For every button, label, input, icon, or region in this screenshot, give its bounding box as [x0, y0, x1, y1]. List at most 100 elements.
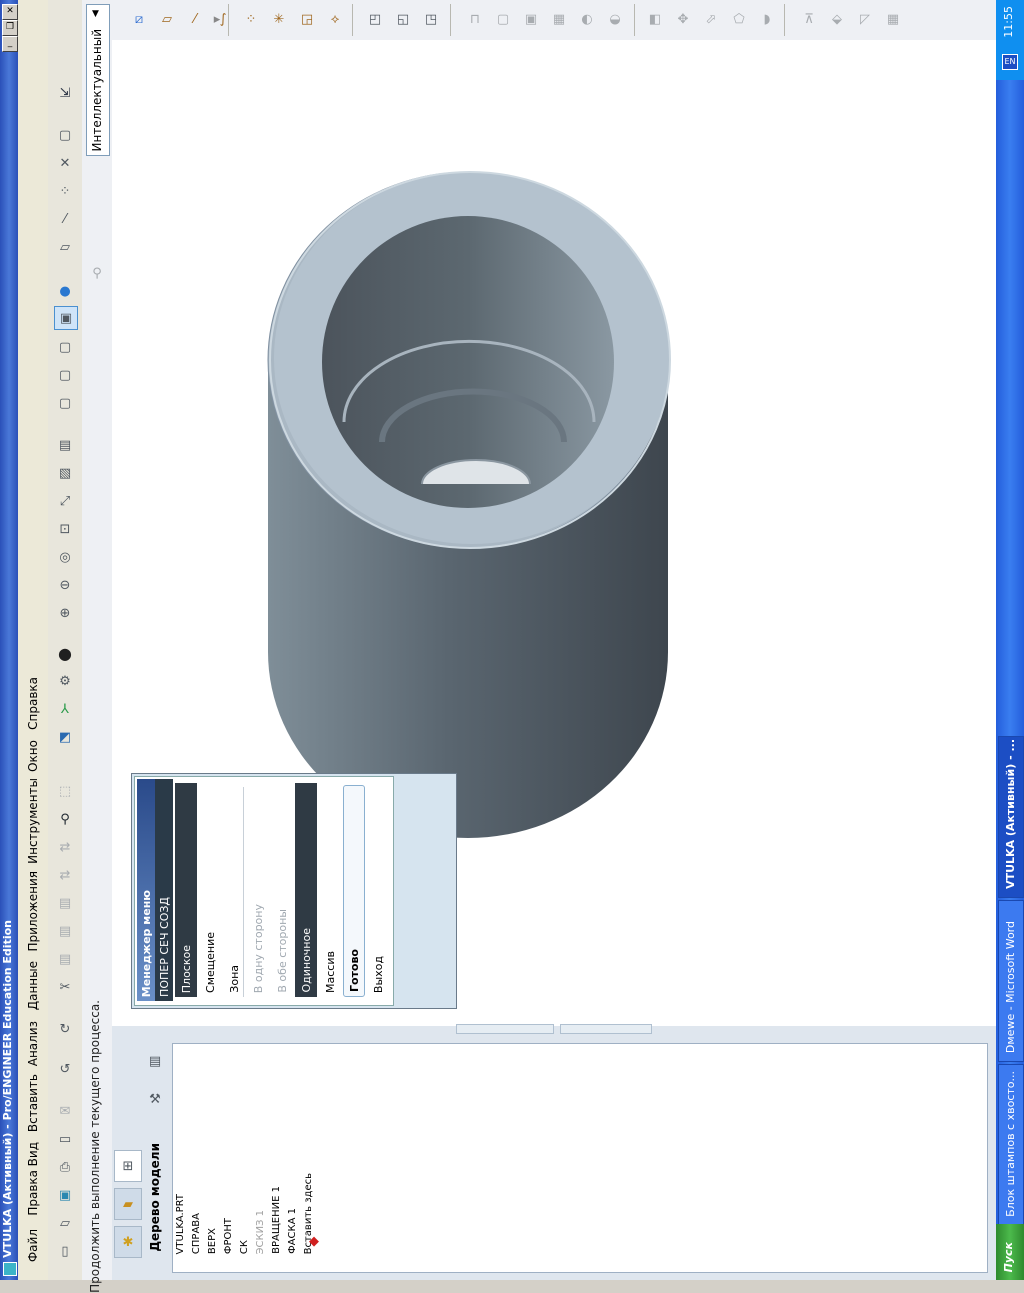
zoom-in-icon[interactable]: ⊕	[56, 604, 74, 622]
paste-special-icon[interactable]: ▤	[56, 894, 74, 912]
taskbar-item-vtulka[interactable]: VTULKA (Активный) - ...	[998, 736, 1024, 898]
panel-splitter-handle-2[interactable]	[560, 1024, 652, 1034]
orient-icon[interactable]: ⤢	[56, 492, 74, 510]
language-indicator[interactable]: EN	[1002, 54, 1018, 70]
print-icon[interactable]: ⎙	[56, 1158, 74, 1176]
table-icon[interactable]: ▦	[884, 10, 902, 28]
shell-icon[interactable]: ◱	[394, 10, 412, 28]
sketch-tool-icon[interactable]: ⧄	[130, 10, 148, 28]
datum-display-icon[interactable]: ▢	[56, 126, 74, 144]
datum-csys-icon[interactable]: ✳	[270, 10, 288, 28]
tree-node-sketch[interactable]: ЭСКИЗ 1	[255, 1210, 266, 1255]
rib-icon[interactable]: ◳	[422, 10, 440, 28]
model-setup-icon[interactable]: ⚙	[56, 672, 74, 690]
menu-item-planar[interactable]: Плоское	[175, 783, 197, 997]
no-hidden-icon[interactable]: ▢	[56, 338, 74, 356]
datum-plane-icon[interactable]: ▱	[158, 10, 176, 28]
menu-applications[interactable]: Приложения	[26, 871, 40, 952]
datum-point-icon[interactable]: ⁘	[242, 10, 260, 28]
plane-display-icon[interactable]: ▱	[56, 238, 74, 256]
mirror-icon[interactable]: ◐	[578, 10, 596, 28]
tree-node-chamfer[interactable]: ФАСКА 1	[287, 1208, 298, 1254]
restore-button[interactable]: ❐	[2, 20, 18, 36]
regenerate-icon[interactable]: ⇄	[56, 866, 74, 884]
menu-tools[interactable]: Инструменты	[26, 778, 40, 864]
cut-icon[interactable]: ✂	[56, 978, 74, 996]
datum-ref-icon[interactable]: ⟡	[326, 10, 344, 28]
close-button[interactable]: ✕	[2, 4, 18, 20]
appearance-icon[interactable]: ●	[56, 644, 74, 663]
layers-icon[interactable]: ▧	[56, 464, 74, 482]
zoom-out-icon[interactable]: ⊖	[56, 576, 74, 594]
tree-node-right[interactable]: СПРАВА	[191, 1213, 202, 1254]
paste-icon[interactable]: ▤	[56, 922, 74, 940]
spin-center-icon[interactable]: ●	[56, 282, 74, 300]
menu-insert[interactable]: Вставить	[26, 1074, 40, 1132]
menu-window[interactable]: Окно	[26, 740, 40, 772]
start-button[interactable]: Пуск	[996, 1224, 1024, 1280]
extrude-icon[interactable]: ◧	[646, 10, 664, 28]
menu-data[interactable]: Данные	[26, 961, 40, 1010]
open-icon[interactable]: ▱	[56, 1214, 74, 1232]
boundary-icon[interactable]: ◗	[758, 10, 776, 28]
menu-edit[interactable]: Правка	[26, 1170, 40, 1216]
datum-curve-icon[interactable]: ∫	[214, 10, 232, 28]
axis-display-icon[interactable]: ✕	[56, 154, 74, 172]
menu-help[interactable]: Справка	[26, 677, 40, 730]
sketcher-icon[interactable]: ◩	[56, 728, 74, 746]
save-icon[interactable]: ▣	[56, 1186, 74, 1204]
wireframe-icon[interactable]: ▢	[56, 394, 74, 412]
tree-node-revolve[interactable]: ВРАЩЕНИЕ 1	[271, 1186, 282, 1254]
datum-axis-icon[interactable]: ⁄	[186, 10, 204, 28]
redo-icon[interactable]: ↻	[56, 1020, 74, 1038]
menu-item-offset[interactable]: Смещение	[199, 783, 221, 997]
tree-settings-icon[interactable]: ⚒	[146, 1090, 164, 1108]
tab-favorites[interactable]: ✱	[114, 1226, 142, 1258]
offset-icon[interactable]: ◸	[856, 10, 874, 28]
shading-icon[interactable]: ▣	[54, 306, 78, 330]
selection-filter-select[interactable]: ▼ Интеллектуальный	[86, 4, 110, 156]
context-help-icon[interactable]: ⇲	[56, 84, 74, 102]
new-icon[interactable]: ▯	[56, 1242, 74, 1260]
revolve-icon[interactable]: ✥	[674, 10, 692, 28]
point-display-icon[interactable]: ⁘	[56, 182, 74, 200]
menu-item-single[interactable]: Одиночное	[295, 783, 317, 997]
round-icon[interactable]: ▢	[494, 10, 512, 28]
extend-icon[interactable]: ⬙	[828, 10, 846, 28]
hole-icon[interactable]: ◰	[366, 10, 384, 28]
tab-model-tree[interactable]: ⊞	[114, 1150, 142, 1182]
csys-icon[interactable]: ⅄	[56, 700, 74, 718]
menu-item-done[interactable]: Готово	[343, 785, 365, 997]
csys-display-icon[interactable]: ⁄	[56, 210, 74, 228]
blend-icon[interactable]: ⬠	[730, 10, 748, 28]
refit-icon[interactable]: ⊡	[56, 520, 74, 538]
section-header[interactable]: ПОПЕР СЕЧ СОЗД	[155, 779, 173, 1001]
analysis-feature-icon[interactable]: ◲	[298, 10, 316, 28]
trim-icon[interactable]: ⊼	[800, 10, 818, 28]
regenerate-manager-icon[interactable]: ⇄	[56, 838, 74, 856]
find-icon[interactable]: ⚲	[56, 810, 74, 828]
filter-options-icon[interactable]: ⚲	[88, 264, 106, 282]
tree-columns-icon[interactable]: ▤	[146, 1052, 164, 1070]
email-icon[interactable]: ✉	[56, 1102, 74, 1120]
minimize-button[interactable]: _	[2, 36, 18, 52]
draft-icon[interactable]: ⊓	[466, 10, 484, 28]
tree-node-csys[interactable]: СК	[239, 1240, 250, 1254]
menu-item-pattern[interactable]: Массив	[319, 783, 341, 997]
print-setup-icon[interactable]: ▭	[56, 1130, 74, 1148]
select-box-icon[interactable]: ⬚	[56, 782, 74, 800]
tree-node-front[interactable]: ФРОНТ	[223, 1218, 234, 1254]
menu-analysis[interactable]: Анализ	[26, 1021, 40, 1066]
copy-icon[interactable]: ▤	[56, 950, 74, 968]
zoom-window-icon[interactable]: ◎	[56, 548, 74, 566]
undo-icon[interactable]: ↺	[56, 1060, 74, 1078]
menu-item-zone[interactable]: Зона	[223, 783, 245, 997]
hidden-line-icon[interactable]: ▢	[56, 366, 74, 384]
pattern-icon[interactable]: ▦	[550, 10, 568, 28]
menu-item-quit[interactable]: Выход	[367, 783, 389, 997]
panel-splitter-handle[interactable]	[456, 1024, 554, 1034]
taskbar-item-word[interactable]: Dмеwe - Microsoft Word	[998, 900, 1024, 1062]
tab-folder-browser[interactable]: ▰	[114, 1188, 142, 1220]
merge-icon[interactable]: ◒	[606, 10, 624, 28]
chamfer-icon[interactable]: ▣	[522, 10, 540, 28]
